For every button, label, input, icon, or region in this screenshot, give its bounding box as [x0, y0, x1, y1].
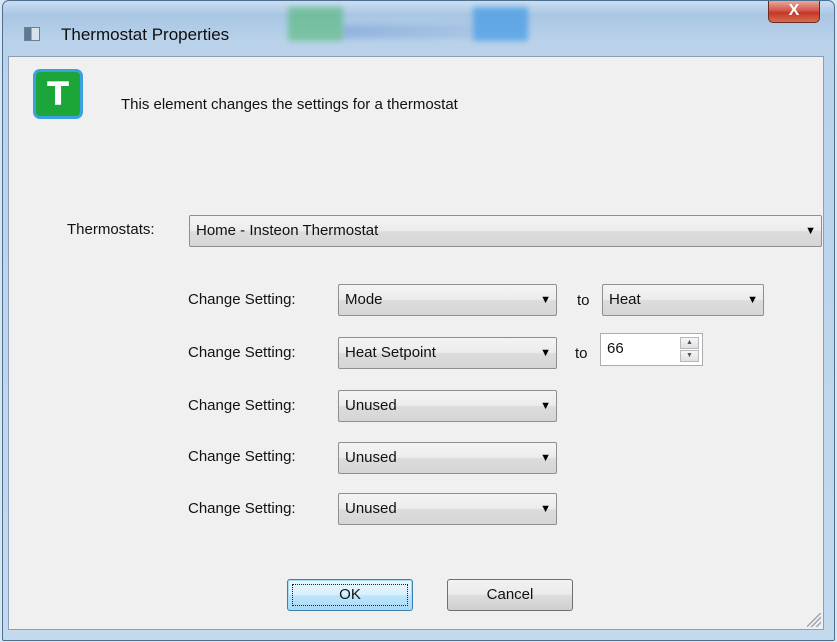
change-setting-label: Change Setting: [188, 291, 296, 308]
dialog-window: Thermostat Properties X T This element c… [2, 0, 835, 641]
resize-grip[interactable] [807, 613, 821, 627]
mode-value-dropdown[interactable]: Heat ▼ [602, 284, 764, 316]
window-title: Thermostat Properties [61, 25, 230, 44]
setting-value: Heat Setpoint [345, 344, 436, 361]
setting-value: Mode [345, 291, 383, 308]
change-setting-label: Change Setting: [188, 500, 296, 517]
chevron-down-icon: ▼ [540, 400, 551, 412]
cancel-button[interactable]: Cancel [447, 579, 573, 611]
mode-value: Heat [609, 291, 641, 308]
setting-dropdown-5[interactable]: Unused ▼ [338, 493, 557, 525]
window-app-icon[interactable] [24, 27, 40, 41]
setting-value: Unused [345, 449, 397, 466]
heat-setpoint-value: 66 [607, 340, 624, 357]
setting-dropdown-1[interactable]: Mode ▼ [338, 284, 557, 316]
thermostats-label: Thermostats: [67, 221, 155, 238]
title-bar[interactable]: Thermostat Properties X [3, 1, 834, 44]
dialog-content: T This element changes the settings for … [8, 56, 824, 630]
chevron-down-icon: ▼ [540, 452, 551, 464]
heat-setpoint-stepper[interactable]: 66 ▲ ▼ [600, 333, 703, 366]
chevron-down-icon: ▼ [540, 347, 551, 359]
change-setting-label: Change Setting: [188, 448, 296, 465]
chevron-down-icon: ▼ [540, 503, 551, 515]
chevron-down-icon: ▼ [540, 294, 551, 306]
spin-down-icon[interactable]: ▼ [680, 350, 699, 362]
to-label: to [577, 292, 590, 309]
thermostat-logo-icon: T [33, 69, 83, 119]
chevron-down-icon: ▼ [805, 225, 816, 237]
change-setting-label: Change Setting: [188, 344, 296, 361]
setting-dropdown-2[interactable]: Heat Setpoint ▼ [338, 337, 557, 369]
description-text: This element changes the settings for a … [121, 96, 458, 113]
spin-up-icon[interactable]: ▲ [680, 337, 699, 349]
thermostats-dropdown[interactable]: Home - Insteon Thermostat ▼ [189, 215, 822, 247]
title-bar-glass-reflection [473, 7, 528, 41]
setting-value: Unused [345, 500, 397, 517]
to-label: to [575, 345, 588, 362]
cancel-button-label: Cancel [486, 586, 534, 603]
close-button[interactable]: X [768, 1, 820, 23]
stepper-buttons: ▲ ▼ [680, 337, 699, 362]
focus-rectangle [292, 584, 408, 606]
ok-button[interactable]: OK [287, 579, 413, 611]
chevron-down-icon: ▼ [747, 294, 758, 306]
setting-dropdown-3[interactable]: Unused ▼ [338, 390, 557, 422]
title-bar-glass-reflection [343, 25, 473, 39]
thermostats-selected-value: Home - Insteon Thermostat [196, 222, 379, 239]
title-bar-glass-reflection [288, 7, 343, 41]
change-setting-label: Change Setting: [188, 397, 296, 414]
setting-dropdown-4[interactable]: Unused ▼ [338, 442, 557, 474]
setting-value: Unused [345, 397, 397, 414]
